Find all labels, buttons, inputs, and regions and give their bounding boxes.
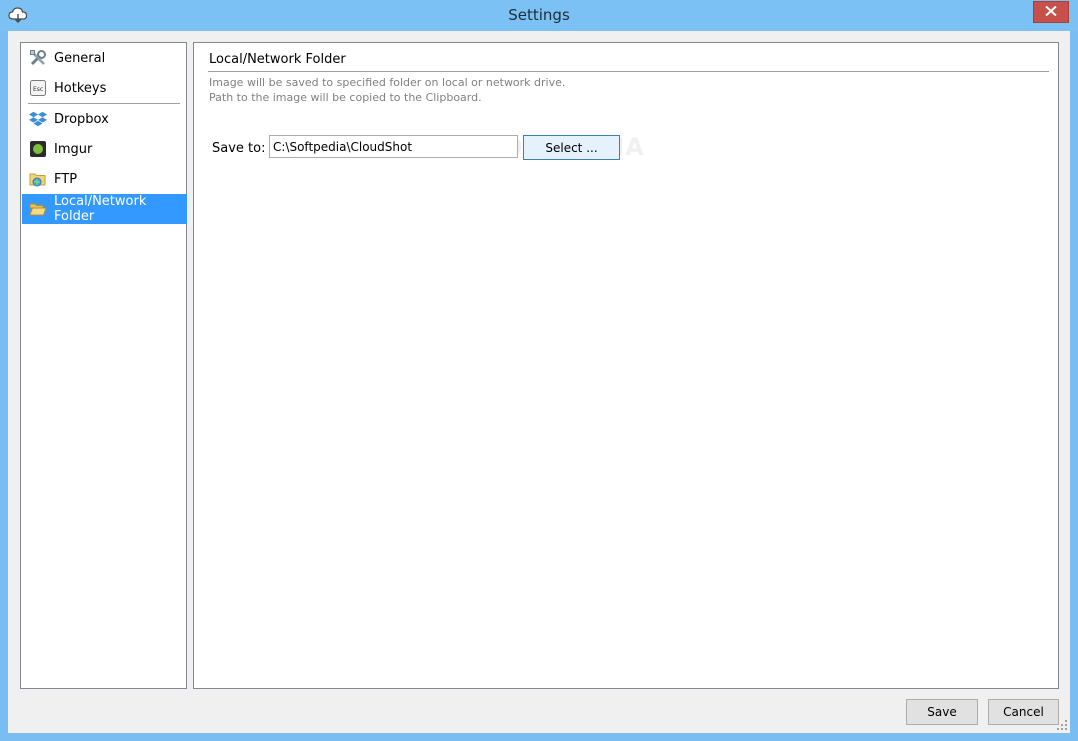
sidebar-item-label: Imgur bbox=[54, 141, 93, 157]
sidebar-item-label: Hotkeys bbox=[54, 80, 107, 96]
save-to-label: Save to: bbox=[212, 141, 266, 156]
close-icon bbox=[1045, 5, 1057, 19]
sidebar-item-label: Dropbox bbox=[54, 111, 109, 127]
close-button[interactable] bbox=[1033, 1, 1069, 23]
save-button[interactable]: Save bbox=[906, 699, 978, 725]
panel-divider bbox=[208, 71, 1049, 72]
settings-window: Settings General Esc Hotkeys Dropbox Img… bbox=[0, 0, 1078, 741]
dropbox-icon bbox=[29, 110, 47, 128]
ftp-folder-icon bbox=[29, 170, 47, 188]
client-area: General Esc Hotkeys Dropbox Imgur FTP Lo… bbox=[8, 31, 1070, 733]
description-line-2: Path to the image will be copied to the … bbox=[209, 91, 482, 104]
sidebar-item-hotkeys[interactable]: Esc Hotkeys bbox=[22, 73, 187, 103]
open-folder-icon bbox=[29, 200, 47, 218]
esc-key-icon: Esc bbox=[29, 79, 47, 97]
sidebar-item-local-network-folder[interactable]: Local/Network Folder bbox=[22, 194, 187, 224]
select-folder-button[interactable]: Select ... bbox=[523, 135, 620, 160]
description-line-1: Image will be saved to specified folder … bbox=[209, 76, 566, 89]
sidebar-item-label: General bbox=[54, 50, 106, 66]
window-title: Settings bbox=[508, 6, 570, 24]
tools-icon bbox=[29, 49, 47, 67]
settings-panel: Local/Network Folder Image will be saved… bbox=[193, 42, 1059, 689]
sidebar-item-label: FTP bbox=[54, 171, 78, 187]
save-path-input[interactable] bbox=[269, 135, 518, 158]
sidebar-item-general[interactable]: General bbox=[22, 43, 187, 73]
sidebar-item-imgur[interactable]: Imgur bbox=[22, 134, 187, 164]
sidebar-item-label: Local/Network Folder bbox=[54, 194, 147, 224]
cancel-button[interactable]: Cancel bbox=[988, 699, 1059, 725]
panel-title: Local/Network Folder bbox=[209, 52, 346, 67]
svg-text:Esc: Esc bbox=[33, 86, 43, 93]
imgur-icon bbox=[29, 140, 47, 158]
resize-grip-icon[interactable] bbox=[1056, 719, 1068, 731]
title-bar[interactable]: Settings bbox=[0, 0, 1078, 31]
sidebar-item-ftp[interactable]: FTP bbox=[22, 164, 187, 194]
settings-sidebar: General Esc Hotkeys Dropbox Imgur FTP Lo… bbox=[20, 42, 187, 689]
sidebar-item-dropbox[interactable]: Dropbox bbox=[22, 104, 187, 134]
